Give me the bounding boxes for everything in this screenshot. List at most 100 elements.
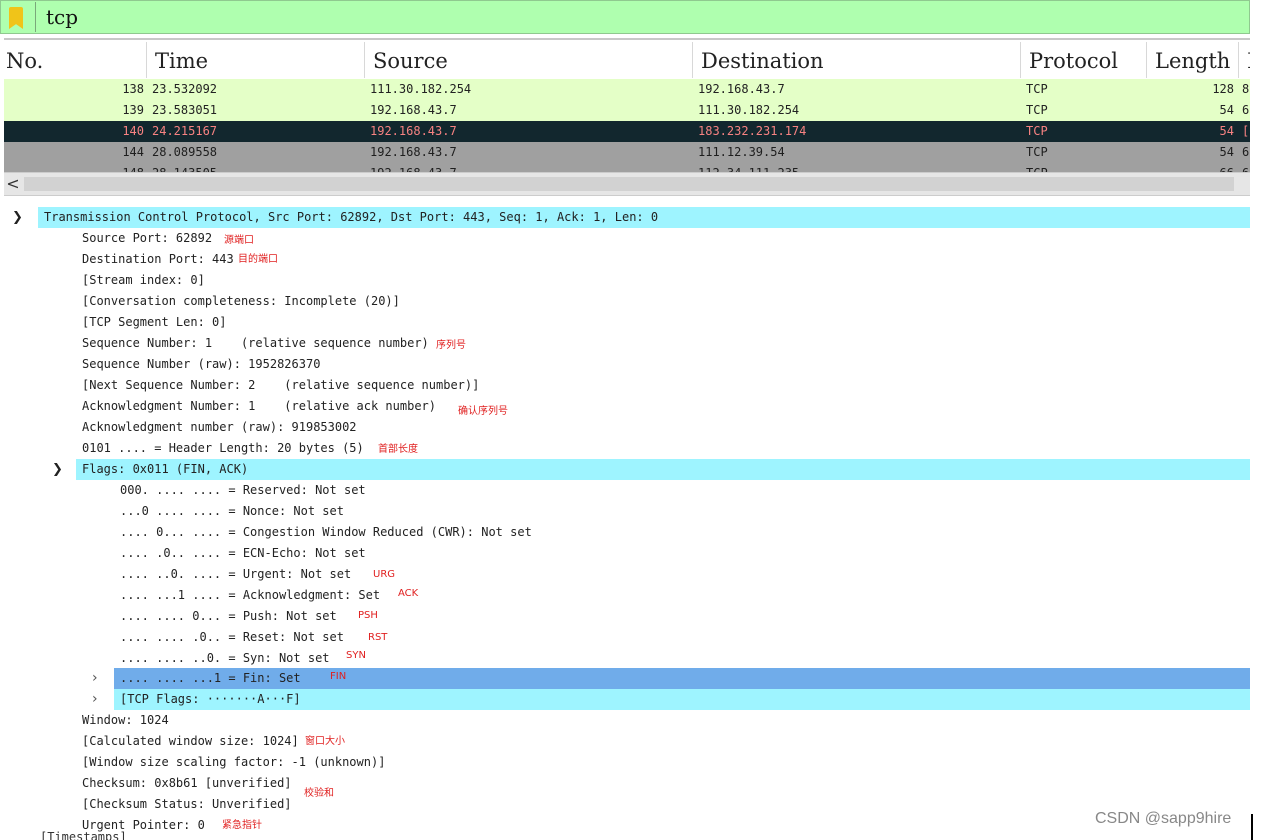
packet-destination: 192.168.43.7: [698, 82, 785, 96]
scroll-left-icon[interactable]: <: [4, 173, 22, 195]
annotation-rst: RST: [368, 632, 388, 643]
packet-no: 140: [122, 124, 144, 138]
chevron-down-icon[interactable]: ❯: [52, 459, 63, 480]
annotation-window-size: 窗口大小: [305, 736, 345, 747]
tree-field[interactable]: Source Port: 62892: [82, 228, 212, 249]
tree-field[interactable]: Sequence Number: 1 (relative sequence nu…: [82, 333, 429, 354]
column-header-no[interactable]: No.: [4, 42, 146, 78]
tree-field-cut-off: [Timestamps]: [40, 830, 127, 840]
annotation-header-length: 首部长度: [378, 444, 418, 455]
packet-destination: 112.34.111.235: [698, 163, 998, 172]
tree-field[interactable]: Sequence Number (raw): 1952826370: [82, 354, 320, 375]
packet-source: 192.168.43.7: [370, 163, 670, 172]
annotation-dst-port: 目的端口: [238, 254, 278, 265]
packet-destination: 111.30.182.254: [698, 103, 800, 117]
packet-time: 28.143505: [152, 163, 352, 172]
packet-source: 192.168.43.7: [370, 145, 457, 159]
tree-field[interactable]: [Next Sequence Number: 2 (relative seque…: [82, 375, 479, 396]
flag-bit[interactable]: .... 0... .... = Congestion Window Reduc…: [120, 522, 532, 543]
flag-bit[interactable]: .... .0.. .... = ECN-Echo: Not set: [120, 543, 366, 564]
packet-no: 148: [64, 163, 144, 172]
chevron-down-icon[interactable]: ❯: [12, 207, 23, 228]
tcp-header-text: Transmission Control Protocol, Src Port:…: [44, 210, 659, 224]
column-header-source[interactable]: Source: [364, 42, 692, 78]
packet-list-header: No. Time Source Destination Protocol Len…: [4, 42, 1250, 78]
column-header-protocol[interactable]: Protocol: [1020, 42, 1146, 78]
chevron-right-icon[interactable]: ›: [92, 668, 98, 689]
tree-field[interactable]: [Checksum Status: Unverified]: [82, 794, 292, 815]
display-filter-bar: [0, 0, 1250, 34]
packet-info: 6: [1242, 163, 1250, 172]
flags-tree-header[interactable]: Flags: 0x011 (FIN, ACK): [76, 459, 1250, 480]
annotation-fin: FIN: [330, 671, 347, 682]
packet-protocol: TCP: [1026, 163, 1126, 172]
watermark: CSDN @sapp9hire: [1095, 810, 1232, 827]
packet-destination: 111.12.39.54: [698, 145, 785, 159]
display-filter-input[interactable]: [35, 2, 1245, 32]
flag-bit[interactable]: .... .... 0... = Push: Not set: [120, 606, 337, 627]
packet-info: 6: [1242, 103, 1250, 117]
flag-bit[interactable]: .... ...1 .... = Acknowledgment: Set: [120, 585, 380, 606]
packet-source: 192.168.43.7: [370, 103, 457, 117]
flag-bit[interactable]: 000. .... .... = Reserved: Not set: [120, 480, 366, 501]
tree-field[interactable]: Acknowledgment number (raw): 919853002: [82, 417, 357, 438]
packet-row-selected[interactable]: 140 24.215167 192.168.43.7 183.232.231.1…: [4, 121, 1250, 142]
packet-time: 23.583051: [152, 103, 218, 117]
packet-info: 6: [1242, 145, 1250, 159]
bookmark-icon[interactable]: [9, 7, 23, 29]
packet-time: 28.089558: [152, 145, 218, 159]
column-header-length[interactable]: Length: [1146, 42, 1238, 78]
packet-source: 192.168.43.7: [370, 124, 457, 138]
flag-bit[interactable]: .... .... .0.. = Reset: Not set: [120, 627, 344, 648]
tree-field[interactable]: [Calculated window size: 1024]: [82, 731, 299, 752]
tree-field[interactable]: Destination Port: 443: [82, 249, 234, 270]
packet-row[interactable]: 138 23.532092 111.30.182.254 192.168.43.…: [4, 79, 1250, 100]
tree-field[interactable]: [TCP Segment Len: 0]: [82, 312, 227, 333]
tree-field[interactable]: [Stream index: 0]: [82, 270, 205, 291]
packet-no: 139: [122, 103, 144, 117]
packet-length: 54: [1219, 103, 1234, 117]
column-header-time[interactable]: Time: [146, 42, 364, 78]
packet-protocol: TCP: [1026, 124, 1048, 138]
divider: [4, 38, 1250, 40]
flag-bit[interactable]: .... ..0. .... = Urgent: Not set: [120, 564, 351, 585]
packet-protocol: TCP: [1026, 145, 1048, 159]
tree-field[interactable]: 0101 .... = Header Length: 20 bytes (5): [82, 438, 364, 459]
packet-row[interactable]: 139 23.583051 192.168.43.7 111.30.182.25…: [4, 100, 1250, 121]
tcp-tree-header[interactable]: Transmission Control Protocol, Src Port:…: [38, 207, 1250, 228]
packet-time: 23.532092: [152, 82, 218, 96]
annotation-psh: PSH: [358, 610, 378, 621]
tree-field[interactable]: Checksum: 0x8b61 [unverified]: [82, 773, 292, 794]
flag-bit[interactable]: .... .... ..0. = Syn: Not set: [120, 648, 330, 669]
text-cursor: [1251, 814, 1253, 840]
scrollbar-thumb[interactable]: [24, 177, 1234, 191]
packet-length: 54: [1219, 124, 1234, 138]
tree-field[interactable]: [Conversation completeness: Incomplete (…: [82, 291, 400, 312]
packet-row[interactable]: 148 28.143505 192.168.43.7 112.34.111.23…: [4, 163, 1250, 172]
packet-destination: 183.232.231.174: [698, 124, 807, 138]
packet-info: [: [1242, 124, 1250, 138]
flag-bit[interactable]: ...0 .... .... = Nonce: Not set: [120, 501, 344, 522]
packet-row[interactable]: 144 28.089558 192.168.43.7 111.12.39.54 …: [4, 142, 1250, 163]
horizontal-scrollbar[interactable]: <: [4, 172, 1250, 196]
packet-protocol: TCP: [1026, 103, 1048, 117]
annotation-seq: 序列号: [436, 340, 466, 351]
packet-time: 24.215167: [152, 124, 218, 138]
flag-bit-fin-selected[interactable]: .... .... ...1 = Fin: Set: [114, 668, 1250, 689]
tcp-flags-summary[interactable]: [TCP Flags: ·······A···F]: [114, 689, 1250, 710]
annotation-urg: URG: [373, 569, 396, 580]
tcp-flags-text: [TCP Flags: ·······A···F]: [120, 692, 301, 706]
chevron-right-icon[interactable]: ›: [92, 689, 98, 710]
packet-no: 144: [122, 145, 144, 159]
packet-length: 66: [1164, 163, 1234, 172]
flag-bit: .... .... ...1 = Fin: Set: [120, 671, 301, 685]
column-header-info[interactable]: I: [1238, 42, 1250, 78]
tree-field[interactable]: Acknowledgment Number: 1 (relative ack n…: [82, 396, 436, 417]
annotation-src-port: 源端口: [224, 235, 254, 246]
tree-field[interactable]: Window: 1024: [82, 710, 169, 731]
annotation-ack: 确认序列号: [458, 406, 508, 417]
tree-field[interactable]: [Window size scaling factor: -1 (unknown…: [82, 752, 385, 773]
packet-no: 138: [122, 82, 144, 96]
packet-info: 8: [1242, 82, 1250, 96]
column-header-destination[interactable]: Destination: [692, 42, 1020, 78]
